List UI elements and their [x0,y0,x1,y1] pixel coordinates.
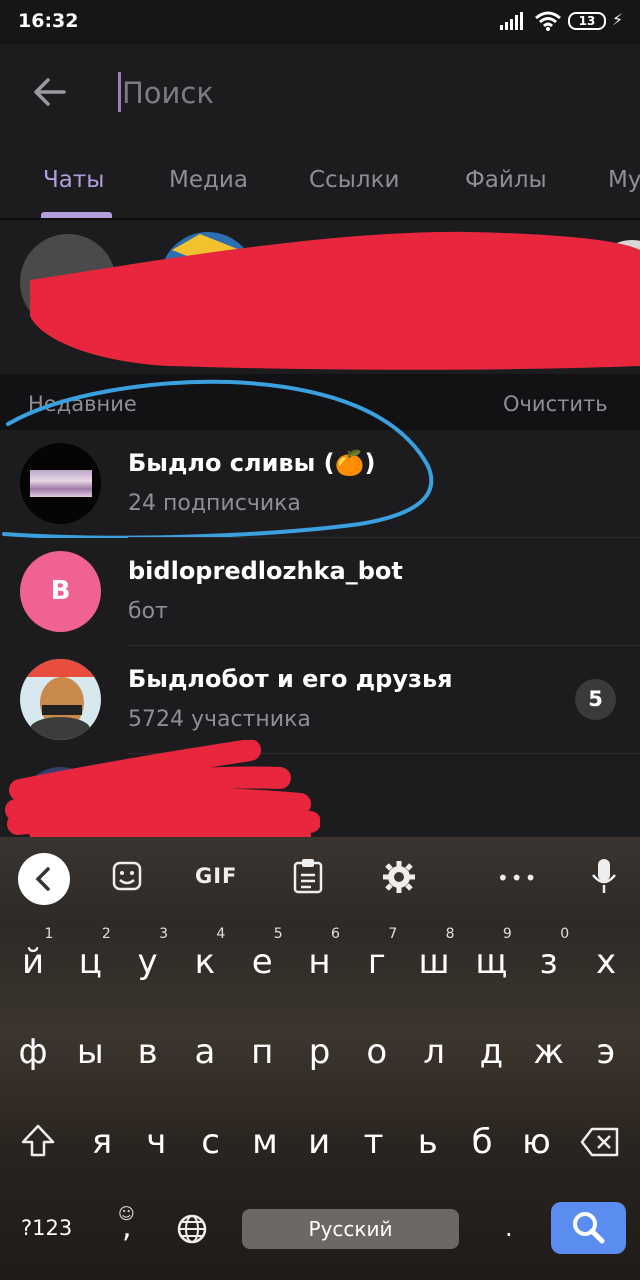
status-time: 16:32 [18,10,79,32]
key[interactable]: й [5,942,61,982]
more-options-icon[interactable]: ••• [497,866,538,890]
unread-badge: 5 [575,679,616,720]
search-action-key[interactable] [551,1202,626,1254]
search-icon [573,1212,605,1244]
redaction-scribble [5,740,320,840]
numbers-symbols-key[interactable]: ?123 [21,1216,72,1240]
period-key[interactable]: . [505,1214,513,1242]
tab-media[interactable]: Медиа [169,167,248,193]
key[interactable]: г [349,942,405,982]
key[interactable]: д [463,1032,519,1072]
tab-links[interactable]: Ссылки [309,167,399,193]
key[interactable]: ч [128,1122,184,1162]
backspace-icon[interactable] [580,1127,620,1157]
key[interactable]: ю [508,1122,564,1162]
status-bar: 16:32 13 ⚡ [0,0,640,44]
recent-contacts-strip[interactable] [0,220,640,372]
clipboard-icon[interactable] [292,858,324,894]
settings-gear-icon[interactable] [382,860,416,894]
clear-recent-button[interactable]: Очистить [503,392,608,416]
key-number-hint: 6 [331,926,340,942]
key[interactable]: б [454,1122,510,1162]
key-number-hint: 9 [502,926,512,942]
key[interactable]: м [237,1122,293,1162]
key-number-hint: 0 [560,926,570,942]
key-number-hint: 8 [445,926,455,942]
chat-subtitle: бот [128,599,168,624]
key[interactable]: у [120,942,176,982]
chat-name: Быдлобот и его друзья [128,665,453,693]
signal-icon [500,12,523,30]
key-number-hint: 1 [44,926,54,942]
key-number-hint: 5 [273,926,283,942]
text-cursor [118,72,121,112]
search-input[interactable] [122,70,602,116]
key[interactable]: л [406,1032,462,1072]
chat-name: bidlopredlozhka_bot [128,557,403,585]
key[interactable]: э [578,1032,634,1072]
key[interactable]: я [74,1122,130,1162]
recent-contacts-redacted [20,231,640,370]
tab-files[interactable]: Файлы [465,167,547,193]
back-arrow-icon[interactable] [34,78,66,106]
highlight-circle [2,379,434,540]
key[interactable]: п [234,1032,290,1072]
battery-level: 13 [578,14,596,28]
wifi-icon [535,11,561,31]
sticker-icon[interactable] [111,860,143,892]
key[interactable]: т [346,1122,402,1162]
key[interactable]: ф [5,1032,61,1072]
battery-icon: 13 [568,12,606,30]
key[interactable]: ш [406,942,462,982]
key-number-hint: 4 [216,926,226,942]
key[interactable]: ы [62,1032,118,1072]
key[interactable]: н [292,942,348,982]
key[interactable]: е [234,942,290,982]
key[interactable]: к [177,942,233,982]
keyboard-collapse-button[interactable] [18,853,70,905]
key-number-hint: 7 [388,926,398,942]
chat-avatar-letter: B [20,551,101,632]
key[interactable]: р [292,1032,348,1072]
key[interactable]: ц [62,942,118,982]
key[interactable]: з [521,942,577,982]
key[interactable]: х [578,942,634,982]
comma-key[interactable]: , [122,1210,132,1245]
gif-button[interactable]: GIF [195,864,237,888]
key[interactable]: а [177,1032,233,1072]
microphone-icon[interactable] [590,857,618,895]
shift-arrow-icon[interactable] [20,1123,56,1159]
key[interactable]: и [291,1122,347,1162]
key[interactable]: в [120,1032,176,1072]
key[interactable]: щ [463,942,519,982]
charging-icon: ⚡ [612,10,624,29]
key-number-hint: 3 [159,926,169,942]
key-number-hint: 2 [101,926,111,942]
tab-music[interactable]: Му [608,167,640,193]
key[interactable]: ь [400,1122,456,1162]
key[interactable]: с [183,1122,239,1162]
tab-chats[interactable]: Чаты [43,167,104,193]
space-bar[interactable]: Русский [242,1209,459,1249]
language-globe-icon[interactable] [176,1213,208,1245]
key[interactable]: ж [521,1032,577,1072]
chat-avatar [20,659,101,740]
chat-subtitle: 5724 участника [128,707,311,732]
key[interactable]: о [349,1032,405,1072]
